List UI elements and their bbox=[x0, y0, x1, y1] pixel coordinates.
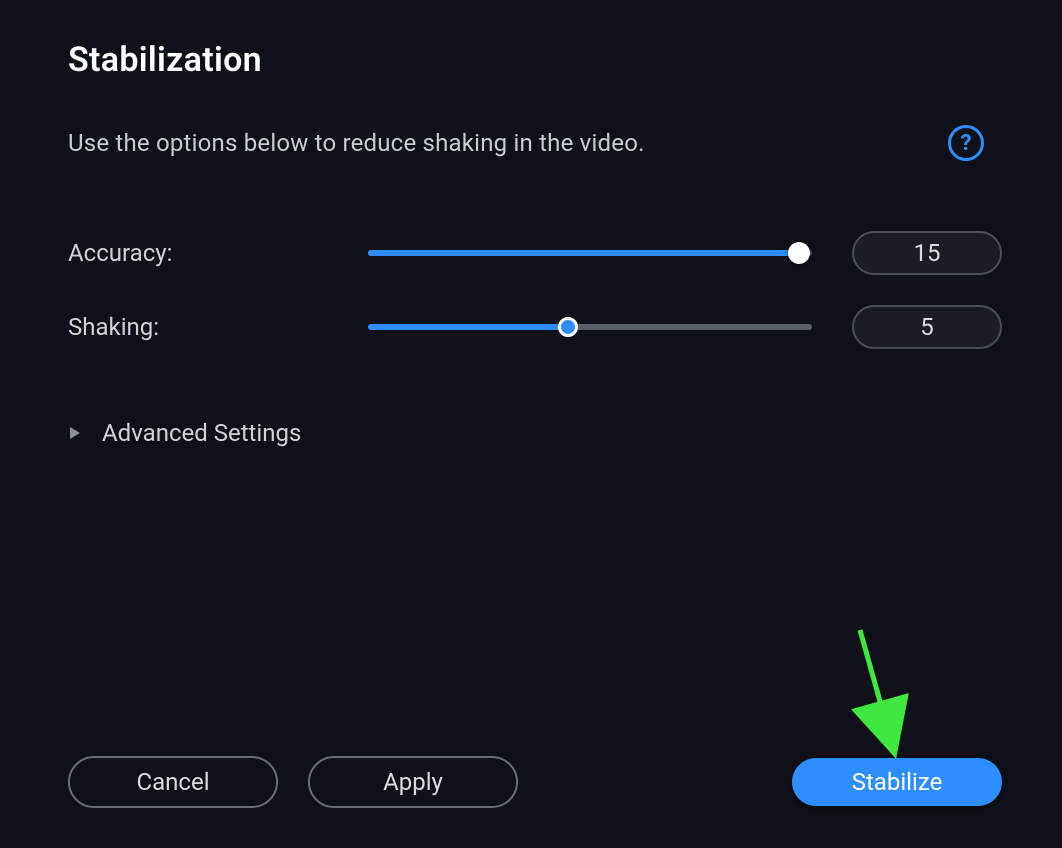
advanced-settings-toggle[interactable]: Advanced Settings bbox=[68, 419, 1002, 447]
page-title: Stabilization bbox=[68, 40, 1002, 80]
button-row: Cancel Apply Stabilize bbox=[68, 756, 1002, 818]
description-text: Use the options below to reduce shaking … bbox=[68, 129, 645, 157]
accuracy-track bbox=[368, 250, 812, 256]
description-row: Use the options below to reduce shaking … bbox=[68, 125, 1002, 161]
cancel-button[interactable]: Cancel bbox=[68, 756, 278, 808]
accuracy-label: Accuracy: bbox=[68, 239, 368, 267]
accuracy-value[interactable]: 15 bbox=[852, 231, 1002, 275]
advanced-settings-label: Advanced Settings bbox=[102, 419, 301, 447]
shaking-track bbox=[368, 324, 812, 330]
accuracy-row: Accuracy: 15 bbox=[68, 231, 1002, 275]
shaking-fill bbox=[368, 324, 568, 330]
accuracy-thumb[interactable] bbox=[788, 242, 810, 264]
shaking-value[interactable]: 5 bbox=[852, 305, 1002, 349]
shaking-row: Shaking: 5 bbox=[68, 305, 1002, 349]
shaking-label: Shaking: bbox=[68, 313, 368, 341]
stabilization-panel: Stabilization Use the options below to r… bbox=[0, 0, 1062, 848]
accuracy-slider[interactable] bbox=[368, 237, 812, 269]
accuracy-fill bbox=[368, 250, 799, 256]
apply-button[interactable]: Apply bbox=[308, 756, 518, 808]
chevron-right-icon bbox=[68, 426, 82, 440]
stabilize-button[interactable]: Stabilize bbox=[792, 758, 1002, 806]
shaking-slider[interactable] bbox=[368, 311, 812, 343]
help-icon[interactable]: ? bbox=[948, 125, 984, 161]
shaking-thumb[interactable] bbox=[558, 317, 578, 337]
